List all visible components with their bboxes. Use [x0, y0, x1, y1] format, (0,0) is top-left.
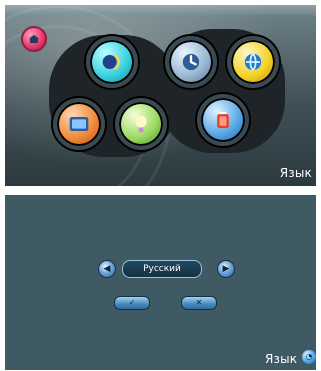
brightness-bulb-icon	[135, 115, 147, 133]
home-icon	[29, 34, 39, 44]
main-menu-screen: Язык	[5, 5, 316, 186]
next-language-button[interactable]: ▶	[217, 260, 235, 278]
battery-icon	[217, 111, 229, 129]
photo-viewer-icon	[69, 117, 89, 131]
bottom-caption: Язык	[265, 352, 298, 366]
language-value: Русский	[122, 260, 202, 278]
clock-icon	[182, 53, 200, 71]
close-icon: ✕	[195, 298, 203, 307]
globe-language-icon	[244, 53, 262, 71]
arrow-left-icon: ◀	[103, 263, 111, 274]
cancel-button[interactable]: ✕	[181, 296, 217, 310]
language-settings-screen	[5, 195, 316, 370]
top-caption: Язык	[279, 166, 312, 180]
confirm-button[interactable]: ✓	[114, 296, 150, 310]
globe-icon: ◔	[305, 352, 313, 361]
battery-button[interactable]	[197, 94, 249, 146]
music-button[interactable]	[86, 36, 138, 88]
previous-language-button[interactable]: ◀	[98, 260, 116, 278]
check-icon: ✓	[128, 298, 136, 307]
photo-button[interactable]	[53, 98, 105, 150]
clock-button[interactable]	[165, 36, 217, 88]
language-button[interactable]	[227, 36, 279, 88]
home-button[interactable]	[21, 26, 47, 52]
music-player-icon	[102, 54, 121, 70]
brightness-button[interactable]	[115, 98, 167, 150]
arrow-right-icon: ▶	[222, 263, 230, 274]
globe-badge: ◔	[302, 350, 316, 364]
